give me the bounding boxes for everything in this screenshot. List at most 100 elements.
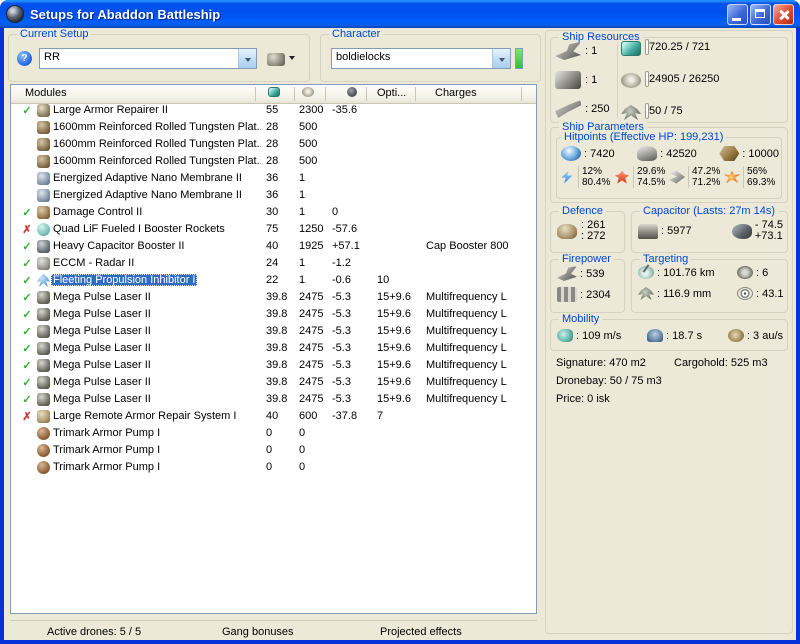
module-name[interactable]: Mega Pulse Laser II bbox=[53, 325, 151, 337]
module-name[interactable]: Mega Pulse Laser II bbox=[53, 359, 151, 371]
character-label: Character bbox=[329, 28, 384, 40]
module-status-icon: ✓ bbox=[22, 105, 32, 117]
module-name[interactable]: Mega Pulse Laser II bbox=[53, 308, 151, 320]
firepower-group: Firepower : 539 : 2304 bbox=[550, 253, 625, 313]
module-row[interactable]: ✓ Mega Pulse Laser II 39.8 2475 -5.3 15+… bbox=[11, 290, 536, 307]
module-row[interactable]: 1600mm Reinforced Rolled Tungsten Plat..… bbox=[11, 120, 536, 137]
module-name[interactable]: ECCM - Radar II bbox=[53, 257, 134, 269]
column-modules[interactable]: Modules bbox=[25, 87, 67, 99]
resistances: 12% 80.4% 29.6% 74.5% 47.2% 71.2% 56% 69.3% bbox=[559, 166, 779, 188]
column-charges[interactable]: Charges bbox=[435, 87, 477, 99]
column-optimal[interactable]: Opti... bbox=[377, 87, 406, 99]
module-row[interactable]: ✗ Large Remote Armor Repair System I 40 … bbox=[11, 409, 536, 426]
modules-list-header[interactable]: Modules Opti... Charges bbox=[11, 85, 536, 104]
module-name[interactable]: Heavy Capacitor Booster II bbox=[53, 240, 184, 252]
module-name[interactable]: Trimark Armor Pump I bbox=[53, 444, 160, 456]
module-row[interactable]: ✗ Quad LiF Fueled I Booster Rockets 75 1… bbox=[11, 222, 536, 239]
module-cap-use: -5.3 bbox=[332, 359, 351, 371]
align-time-icon bbox=[647, 329, 664, 342]
module-name[interactable]: Large Remote Armor Repair System I bbox=[53, 410, 236, 422]
module-name[interactable]: Mega Pulse Laser II bbox=[53, 291, 151, 303]
title-bar[interactable]: Setups for Abaddon Battleship bbox=[0, 0, 800, 28]
module-row[interactable]: ✓ Mega Pulse Laser II 39.8 2475 -5.3 15+… bbox=[11, 307, 536, 324]
hull-hp: : 10000 bbox=[742, 147, 779, 160]
module-name[interactable]: Large Armor Repairer II bbox=[53, 104, 168, 116]
module-optimal: 15+9.6 bbox=[377, 291, 411, 303]
module-cpu: 30 bbox=[266, 206, 279, 218]
module-row[interactable]: ✓ ECCM - Radar II 24 1 -1.2 bbox=[11, 256, 536, 273]
module-cap-use: -5.3 bbox=[332, 393, 351, 405]
module-name[interactable]: Energized Adaptive Nano Membrane II bbox=[53, 172, 242, 184]
character-dropdown-arrow-icon[interactable] bbox=[492, 49, 510, 68]
module-powergrid: 1 bbox=[299, 274, 306, 286]
module-row[interactable]: ✓ Mega Pulse Laser II 39.8 2475 -5.3 15+… bbox=[11, 358, 536, 375]
projected-effects-section[interactable]: Projected effects bbox=[380, 626, 462, 638]
module-name[interactable]: Energized Adaptive Nano Membrane II bbox=[53, 189, 242, 201]
module-cpu: 75 bbox=[266, 223, 279, 235]
module-name[interactable]: Mega Pulse Laser II bbox=[53, 342, 151, 354]
character-select[interactable]: boldielocks bbox=[331, 48, 511, 69]
ship-resources-group: Ship Resources : 1 : 1 : 250 720.25 / 72… bbox=[550, 31, 788, 123]
module-row[interactable]: Trimark Armor Pump I 0 0 bbox=[11, 426, 536, 443]
module-cap-use: -5.3 bbox=[332, 342, 351, 354]
module-cpu: 39.8 bbox=[266, 393, 288, 405]
cpu-column-icon[interactable] bbox=[268, 87, 280, 97]
module-row[interactable]: Energized Adaptive Nano Membrane II 36 1 bbox=[11, 171, 536, 188]
module-cpu: 0 bbox=[266, 444, 273, 456]
module-row[interactable]: ✓ Mega Pulse Laser II 39.8 2475 -5.3 15+… bbox=[11, 324, 536, 341]
module-name[interactable]: Trimark Armor Pump I bbox=[53, 427, 160, 439]
module-name[interactable]: Mega Pulse Laser II bbox=[53, 393, 151, 405]
app-icon bbox=[6, 5, 24, 23]
setup-dropdown-arrow-icon[interactable] bbox=[238, 49, 256, 68]
module-row[interactable]: Trimark Armor Pump I 0 0 bbox=[11, 460, 536, 477]
module-name[interactable]: Fleeting Propulsion Inhibitor I bbox=[51, 274, 198, 286]
capacitor-title: Capacitor (Lasts: 27m 14s) bbox=[640, 205, 779, 217]
module-cpu: 39.8 bbox=[266, 325, 288, 337]
module-powergrid: 2475 bbox=[299, 393, 324, 405]
minimize-button[interactable] bbox=[727, 3, 748, 25]
cargohold-stat: Cargohold: 525 m3 bbox=[674, 357, 768, 369]
module-name[interactable]: Damage Control II bbox=[53, 206, 142, 218]
module-name[interactable]: Quad LiF Fueled I Booster Rockets bbox=[53, 223, 225, 235]
setup-actions-button[interactable] bbox=[267, 48, 305, 70]
maximize-button[interactable] bbox=[750, 3, 771, 25]
module-row[interactable]: ✓ Large Armor Repairer II 55 2300 -35.6 bbox=[11, 103, 536, 120]
ship-parameters-group: Ship Parameters Hitpoints (Effective HP:… bbox=[550, 121, 788, 203]
armor-plate-icon bbox=[37, 155, 50, 168]
module-cpu: 39.8 bbox=[266, 342, 288, 354]
module-name[interactable]: 1600mm Reinforced Rolled Tungsten Plat..… bbox=[53, 138, 261, 150]
caret-down-icon bbox=[289, 55, 295, 63]
module-name[interactable]: 1600mm Reinforced Rolled Tungsten Plat..… bbox=[53, 121, 261, 133]
module-name[interactable]: Trimark Armor Pump I bbox=[53, 461, 160, 473]
module-row[interactable]: 1600mm Reinforced Rolled Tungsten Plat..… bbox=[11, 154, 536, 171]
module-powergrid: 500 bbox=[299, 155, 318, 167]
module-row[interactable]: ✓ Damage Control II 30 1 0 bbox=[11, 205, 536, 222]
module-row[interactable]: ✓ Mega Pulse Laser II 39.8 2475 -5.3 15+… bbox=[11, 375, 536, 392]
module-name[interactable]: 1600mm Reinforced Rolled Tungsten Plat..… bbox=[53, 155, 261, 167]
setup-select[interactable]: RR bbox=[39, 48, 257, 69]
module-row[interactable]: ✓ Mega Pulse Laser II 39.8 2475 -5.3 15+… bbox=[11, 392, 536, 409]
module-status-icon: ✓ bbox=[22, 292, 32, 304]
rig-icon bbox=[37, 444, 50, 457]
armor-plate-icon bbox=[37, 121, 50, 134]
character-value: boldielocks bbox=[336, 51, 391, 63]
help-icon[interactable]: ? bbox=[17, 51, 32, 66]
module-row[interactable]: ✓ Heavy Capacitor Booster II 40 1925 +57… bbox=[11, 239, 536, 256]
module-name[interactable]: Mega Pulse Laser II bbox=[53, 376, 151, 388]
module-row[interactable]: Energized Adaptive Nano Membrane II 36 1 bbox=[11, 188, 536, 205]
module-cpu: 0 bbox=[266, 427, 273, 439]
hitpoints-group: Hitpoints (Effective HP: 199,231) : 7420… bbox=[556, 131, 782, 199]
module-row[interactable]: 1600mm Reinforced Rolled Tungsten Plat..… bbox=[11, 137, 536, 154]
active-drones-section[interactable]: Active drones: 5 / 5 bbox=[47, 626, 141, 638]
module-row[interactable]: ✓ Mega Pulse Laser II 39.8 2475 -5.3 15+… bbox=[11, 341, 536, 358]
capacitor-column-icon[interactable] bbox=[347, 87, 357, 97]
module-status-icon: ✓ bbox=[22, 207, 32, 219]
module-row[interactable]: ✓ Fleeting Propulsion Inhibitor I 22 1 -… bbox=[11, 273, 536, 290]
gang-bonuses-section[interactable]: Gang bonuses bbox=[222, 626, 294, 638]
mobility-title: Mobility bbox=[559, 313, 603, 325]
close-button[interactable] bbox=[773, 3, 794, 25]
module-row[interactable]: Trimark Armor Pump I 0 0 bbox=[11, 443, 536, 460]
defence-group: Defence : 261: 272 bbox=[550, 205, 625, 253]
armor-repairer-icon bbox=[37, 104, 50, 117]
powergrid-column-icon[interactable] bbox=[302, 87, 314, 97]
